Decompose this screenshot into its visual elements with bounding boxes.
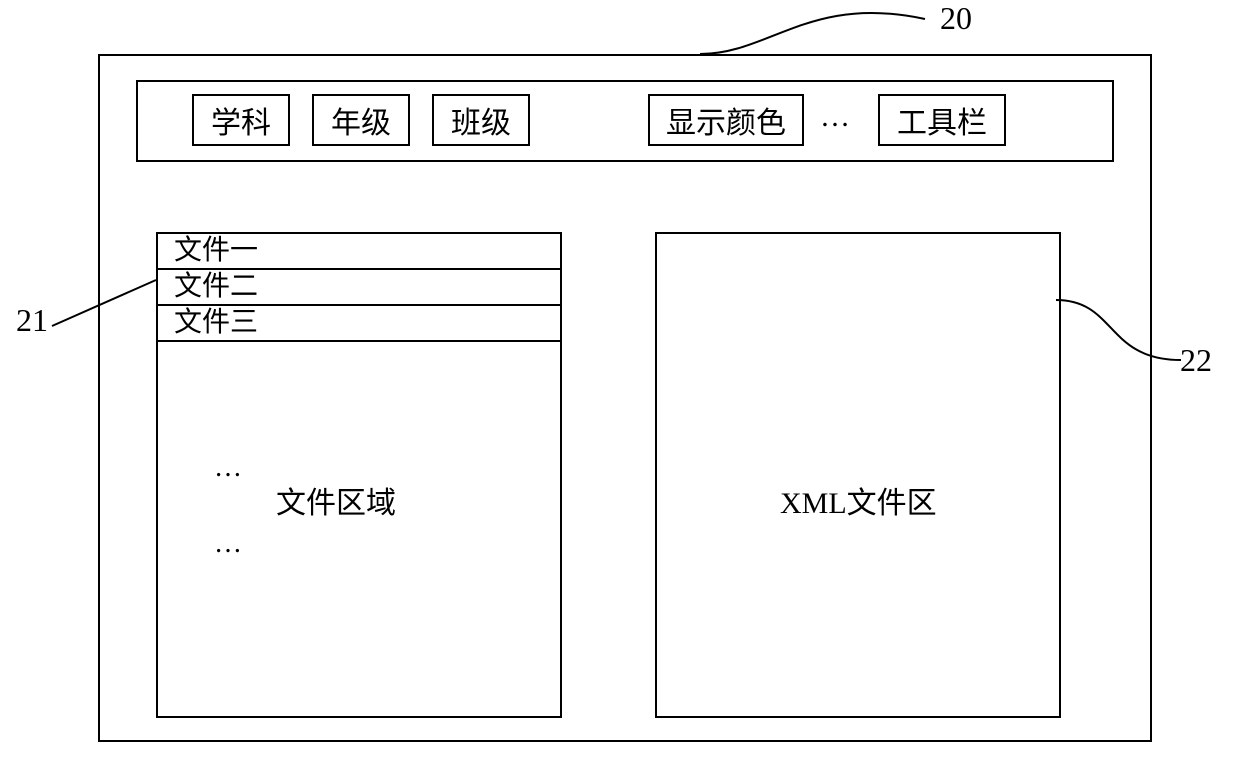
grade-label: 年级 bbox=[331, 98, 391, 142]
callout-number-21: 21 bbox=[16, 302, 48, 339]
subject-label: 学科 bbox=[211, 98, 271, 142]
diagram-canvas: 20 学科 年级 班级 显示颜色 … 工具栏 文件一 文件二 文件三 … 文件区… bbox=[0, 0, 1240, 766]
file-item-2[interactable]: 文件二 bbox=[158, 270, 560, 306]
toolbox-button[interactable]: 工具栏 bbox=[878, 94, 1006, 146]
subject-button[interactable]: 学科 bbox=[192, 94, 290, 146]
file-item-1[interactable]: 文件一 bbox=[158, 234, 560, 270]
toolbox-label: 工具栏 bbox=[897, 98, 987, 142]
callout-line-21 bbox=[52, 280, 162, 360]
class-button[interactable]: 班级 bbox=[432, 94, 530, 146]
file-ellipsis-bottom: … bbox=[214, 528, 246, 560]
display-color-label: 显示颜色 bbox=[666, 98, 786, 142]
display-color-button[interactable]: 显示颜色 bbox=[648, 94, 804, 146]
file-item-3[interactable]: 文件三 bbox=[158, 306, 560, 342]
class-label: 班级 bbox=[451, 98, 511, 142]
toolbar-ellipsis: … bbox=[820, 100, 850, 134]
file-ellipsis-top: … bbox=[214, 452, 246, 484]
callout-curve-22 bbox=[1056, 300, 1186, 390]
callout-curve-20 bbox=[700, 4, 930, 60]
xml-area-label: XML文件区 bbox=[780, 478, 937, 522]
file-area-label: 文件区域 bbox=[276, 478, 396, 522]
grade-button[interactable]: 年级 bbox=[312, 94, 410, 146]
xml-area-panel bbox=[655, 232, 1061, 718]
callout-number-20: 20 bbox=[940, 0, 972, 37]
